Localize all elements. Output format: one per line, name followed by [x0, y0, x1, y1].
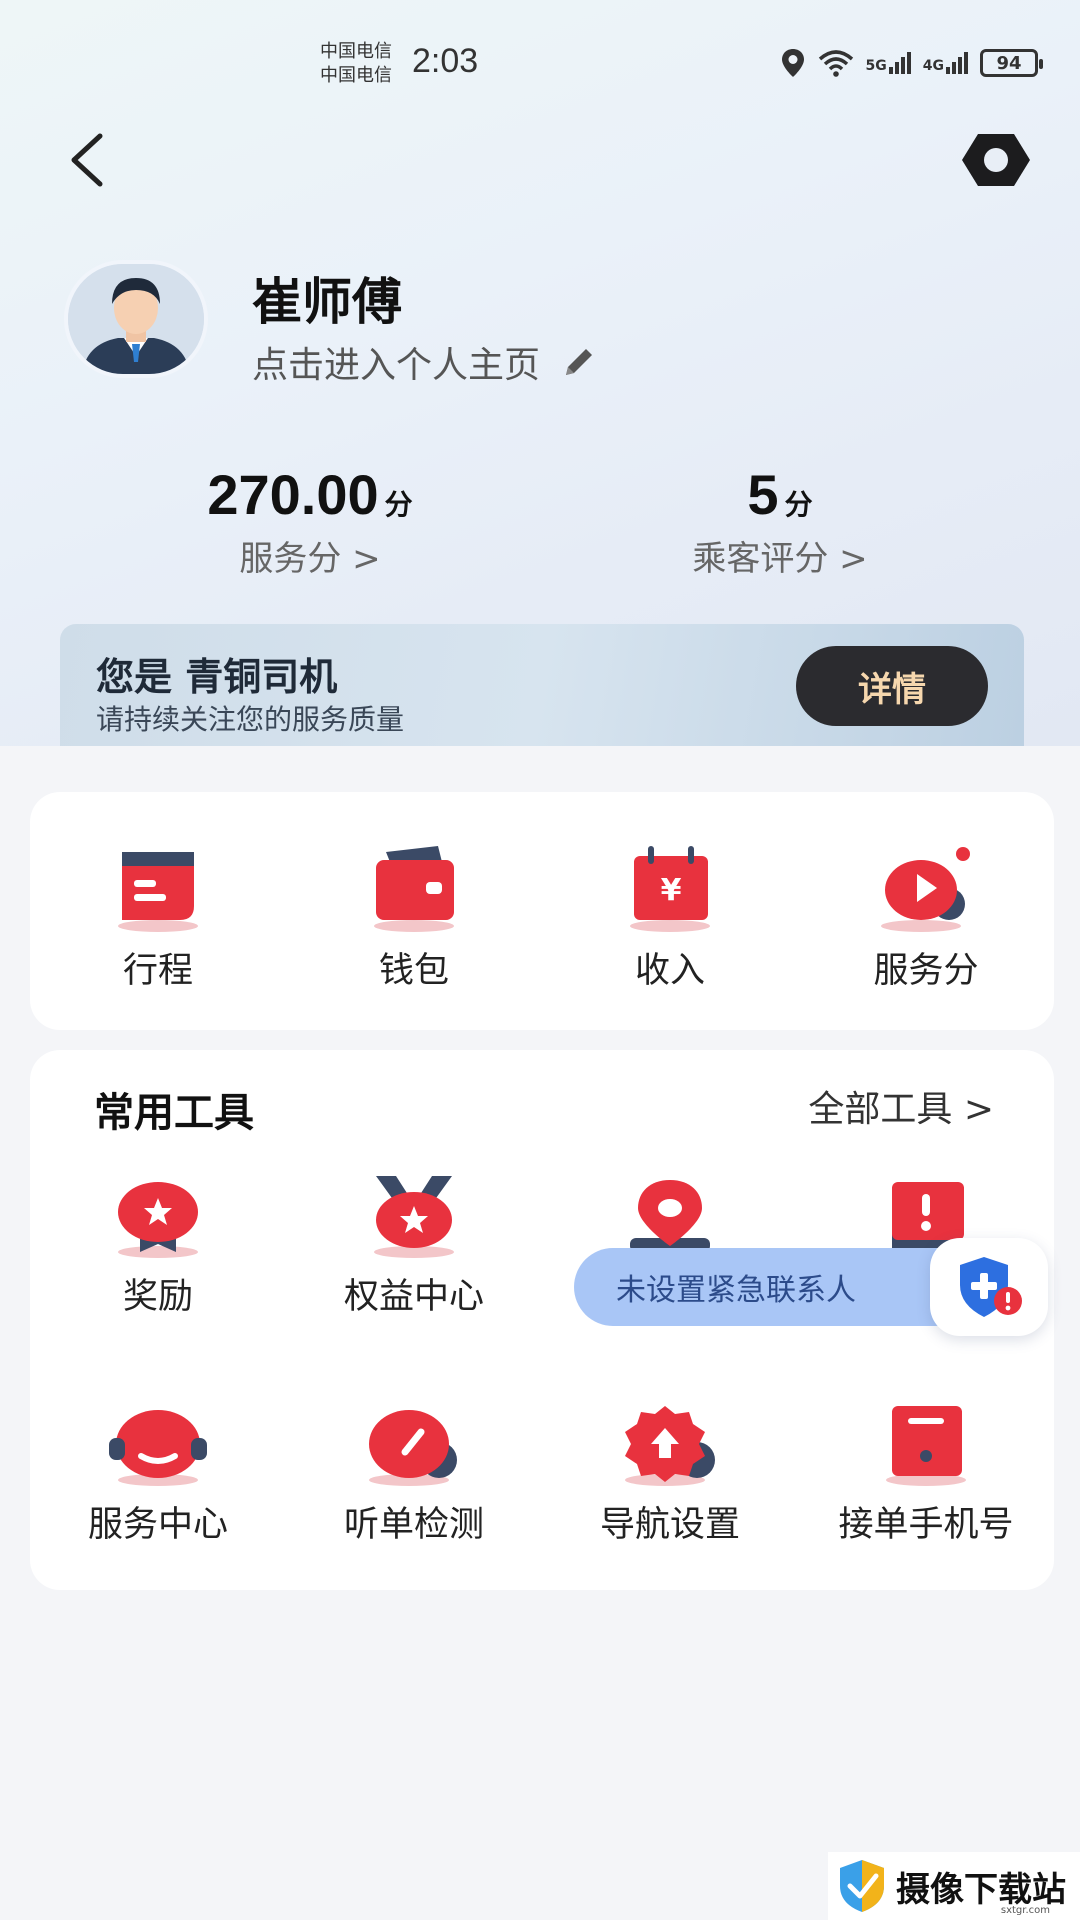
service-score-icon [881, 847, 970, 932]
tool-label: 导航设置 [599, 1505, 740, 1545]
emergency-contact-text: 未设置紧急联系人 [616, 1273, 856, 1308]
status-icons: 5G 4G 94 [780, 48, 1043, 78]
quick-actions-card: 行程 钱包 ¥ 收入 服务分 [30, 792, 1054, 1030]
tool-label: 权益中心 [343, 1277, 484, 1317]
gauge-icon [369, 1410, 457, 1486]
profile-link[interactable]: 点击进入个人主页 [252, 336, 596, 388]
status-bar: 中国电信 中国电信 2:03 5G 4G 94 [0, 0, 1080, 120]
network-type-2: 4G [922, 58, 944, 74]
tool-order-detection[interactable]: 听单检测 [286, 1404, 542, 1547]
battery-level: 94 [996, 52, 1022, 74]
battery-indicator: 94 [980, 49, 1043, 77]
chevron-left-icon [71, 133, 103, 187]
service-score-stat[interactable]: 270.00 分 服务分 > [160, 462, 460, 580]
wifi-icon [818, 50, 853, 77]
settings-button[interactable] [960, 132, 1032, 188]
navigation-gear-icon [625, 1406, 715, 1486]
tool-label: 接单手机号 [838, 1505, 1014, 1545]
driver-level-subtitle: 请持续关注您的服务质量 [96, 703, 405, 736]
quick-action-wallet[interactable]: 钱包 [286, 842, 542, 993]
network-type-1: 5G [865, 58, 887, 74]
carrier-name-1: 中国电信 [320, 41, 392, 62]
benefits-medal-icon [374, 1176, 454, 1258]
safety-shield-button[interactable] [930, 1238, 1048, 1336]
trip-icon [118, 852, 198, 932]
back-button[interactable] [60, 128, 120, 188]
hexagon-settings-icon [962, 134, 1030, 186]
carrier-info: 中国电信 中国电信 [320, 40, 392, 88]
tool-navigation-settings[interactable]: 导航设置 [542, 1404, 798, 1547]
quick-action-label: 服务分 [873, 951, 979, 991]
network-signal-1: 5G [866, 52, 911, 74]
tool-reward[interactable]: 奖励 [30, 1176, 286, 1319]
service-score-value: 270.00 [207, 463, 379, 526]
quick-action-label: 钱包 [378, 951, 449, 991]
tools-section-title: 常用工具 [94, 1090, 254, 1136]
passenger-rating-unit: 分 [784, 488, 813, 521]
carrier-name-2: 中国电信 [320, 65, 392, 86]
signal-bars-icon [946, 52, 968, 74]
details-button[interactable]: 详情 [796, 646, 988, 726]
service-score-label: 服务分 > [239, 539, 381, 579]
avatar[interactable] [64, 260, 208, 378]
emergency-contact-toast[interactable]: 未设置紧急联系人 [574, 1248, 974, 1326]
quick-action-income[interactable]: ¥ 收入 [542, 842, 798, 993]
service-score-unit: 分 [384, 488, 413, 521]
tool-label: 服务中心 [87, 1505, 228, 1545]
watermark-url: sxtgr.com [1000, 1905, 1050, 1916]
driver-level-banner: 您是 青铜司机 请持续关注您的服务质量 详情 [60, 624, 1024, 746]
wallet-icon [374, 846, 454, 932]
signal-bars-icon [888, 52, 911, 74]
passenger-rating-value: 5 [747, 463, 779, 526]
network-signal-2: 4G [923, 52, 968, 74]
tool-label: 听单检测 [343, 1505, 484, 1545]
shield-alert-icon [960, 1257, 1022, 1317]
profile-link-label: 点击进入个人主页 [252, 345, 541, 386]
phone-icon [886, 1406, 966, 1486]
edit-pencil-icon [566, 349, 593, 375]
quick-action-label: 行程 [122, 951, 193, 991]
quick-action-service-score[interactable]: 服务分 [798, 842, 1054, 993]
passenger-rating-stat[interactable]: 5分 乘客评分 > [630, 462, 930, 580]
watermark-logo-icon [840, 1860, 884, 1912]
tool-order-phone[interactable]: 接单手机号 [798, 1404, 1054, 1547]
tool-service-center[interactable]: 服务中心 [30, 1404, 286, 1547]
svg-text:¥: ¥ [661, 873, 682, 908]
tool-label: 奖励 [122, 1277, 193, 1317]
driver-level-title: 您是 青铜司机 [96, 655, 338, 699]
headset-icon [109, 1410, 207, 1486]
driver-avatar-icon [68, 264, 204, 374]
quick-action-label: 收入 [634, 951, 705, 991]
quick-action-trip[interactable]: 行程 [30, 842, 286, 993]
tool-benefits-center[interactable]: 权益中心 [286, 1176, 542, 1319]
income-icon: ¥ [630, 846, 710, 932]
watermark: 摄像下载站 sxtgr.com [828, 1852, 1080, 1920]
reward-icon [118, 1182, 198, 1258]
location-icon [781, 49, 804, 77]
all-tools-link[interactable]: 全部工具 > [808, 1080, 994, 1132]
driver-name: 崔师傅 [252, 273, 402, 331]
watermark-text: 摄像下载站 [896, 1869, 1066, 1910]
status-time: 2:03 [412, 42, 479, 80]
passenger-rating-label: 乘客评分 > [692, 539, 868, 579]
